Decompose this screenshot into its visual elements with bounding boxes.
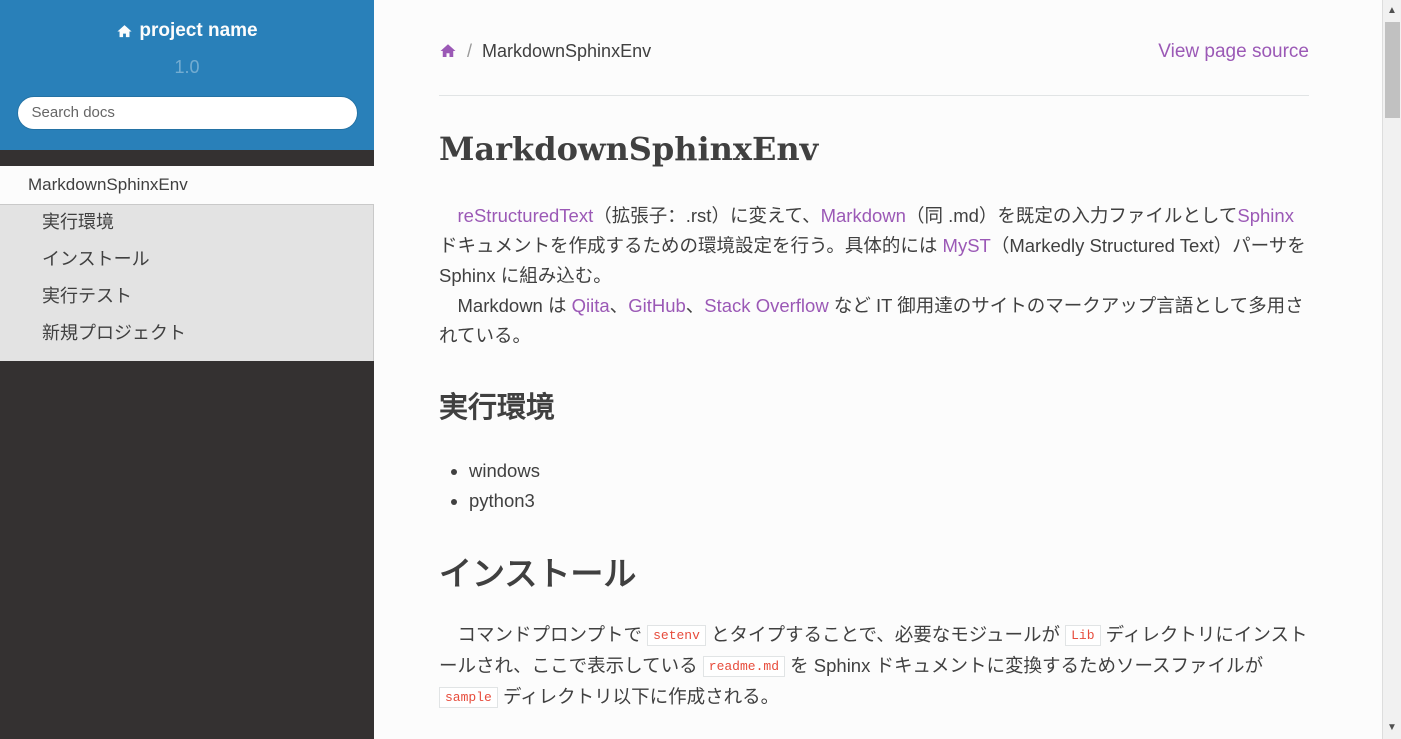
sidebar-header: project name 1.0 xyxy=(0,0,374,150)
code-readme: readme.md xyxy=(702,656,785,677)
env-list: windows python3 xyxy=(439,456,540,516)
link-github[interactable]: GitHub xyxy=(628,295,686,316)
scroll-down-arrow-icon[interactable]: ▼ xyxy=(1383,719,1401,737)
link-restructuredtext[interactable]: reStructuredText xyxy=(458,205,594,226)
breadcrumb: / MarkdownSphinxEnv View page source xyxy=(439,40,1309,66)
scroll-up-arrow-icon[interactable]: ▲ xyxy=(1383,2,1401,20)
version-label: 1.0 xyxy=(174,56,200,77)
home-icon xyxy=(440,44,456,57)
intro-text-2: （同 .md）を既定の入力ファイルとして xyxy=(905,205,1238,226)
code-setenv: setenv xyxy=(647,625,706,646)
link-sphinx[interactable]: Sphinx xyxy=(1237,205,1294,226)
comma: 、 xyxy=(609,295,629,316)
intro-text-3: ドキュメントを作成するための環境設定を行う。具体的には xyxy=(439,235,943,256)
sidebar-nav: MarkdownSphinxEnv 実行環境 インストール 実行テスト 新規プロ… xyxy=(0,166,374,361)
intro-text-5: Markdown は xyxy=(439,295,572,316)
nav-item-install[interactable]: インストール xyxy=(0,244,373,281)
breadcrumb-home-link[interactable] xyxy=(439,42,457,65)
nav-item-new-project[interactable]: 新規プロジェクト xyxy=(0,318,373,355)
nav-subitems: 実行環境 インストール 実行テスト 新規プロジェクト xyxy=(0,205,374,361)
comma: 、 xyxy=(685,295,705,316)
search-input[interactable] xyxy=(16,95,358,130)
nav-item-current[interactable]: MarkdownSphinxEnv xyxy=(0,166,374,205)
link-markdown[interactable]: Markdown xyxy=(821,205,906,226)
sidebar: project name 1.0 MarkdownSphinxEnv 実行環境 … xyxy=(0,0,374,739)
install-text-lead: コマンドプロンプトで xyxy=(439,624,648,645)
header-divider xyxy=(439,95,1309,96)
install-text-4: ディレクトリ以下に作成される。 xyxy=(497,686,780,707)
project-home-link[interactable]: project name xyxy=(116,20,258,42)
nav-item-test[interactable]: 実行テスト xyxy=(0,281,373,318)
intro-paragraph: reStructuredText（拡張子：.rst）に変えて、Markdown（… xyxy=(439,201,1309,351)
project-name: project name xyxy=(139,20,258,41)
intro-text-1: （拡張子：.rst）に変えて、 xyxy=(593,205,821,226)
install-text-3: を Sphinx ドキュメントに変換するためソースファイルが xyxy=(785,655,1264,676)
link-myst[interactable]: MyST xyxy=(943,235,991,256)
heading-env: 実行環境 xyxy=(439,392,556,424)
list-item: python3 xyxy=(469,486,540,516)
vertical-scrollbar[interactable]: ▲ ▼ xyxy=(1382,0,1401,739)
install-text-1: とタイプすることで、必要なモジュールが xyxy=(705,624,1066,645)
code-sample: sample xyxy=(439,687,498,708)
list-item: windows xyxy=(469,456,540,486)
home-icon xyxy=(117,24,132,37)
page-title: MarkdownSphinxEnv xyxy=(439,130,819,168)
heading-install: インストール xyxy=(439,555,637,592)
link-qiita[interactable]: Qiita xyxy=(572,295,610,316)
install-paragraph: コマンドプロンプトで setenv とタイプすることで、必要なモジュールが Li… xyxy=(439,620,1309,713)
breadcrumb-separator: / xyxy=(467,41,473,61)
nav-item-env[interactable]: 実行環境 xyxy=(0,207,373,244)
link-stack-overflow[interactable]: Stack Overflow xyxy=(704,295,828,316)
code-lib: Lib xyxy=(1065,625,1101,646)
view-page-source-link[interactable]: View page source xyxy=(1158,41,1309,63)
breadcrumb-current: MarkdownSphinxEnv xyxy=(482,41,652,61)
scrollbar-thumb[interactable] xyxy=(1385,22,1400,118)
